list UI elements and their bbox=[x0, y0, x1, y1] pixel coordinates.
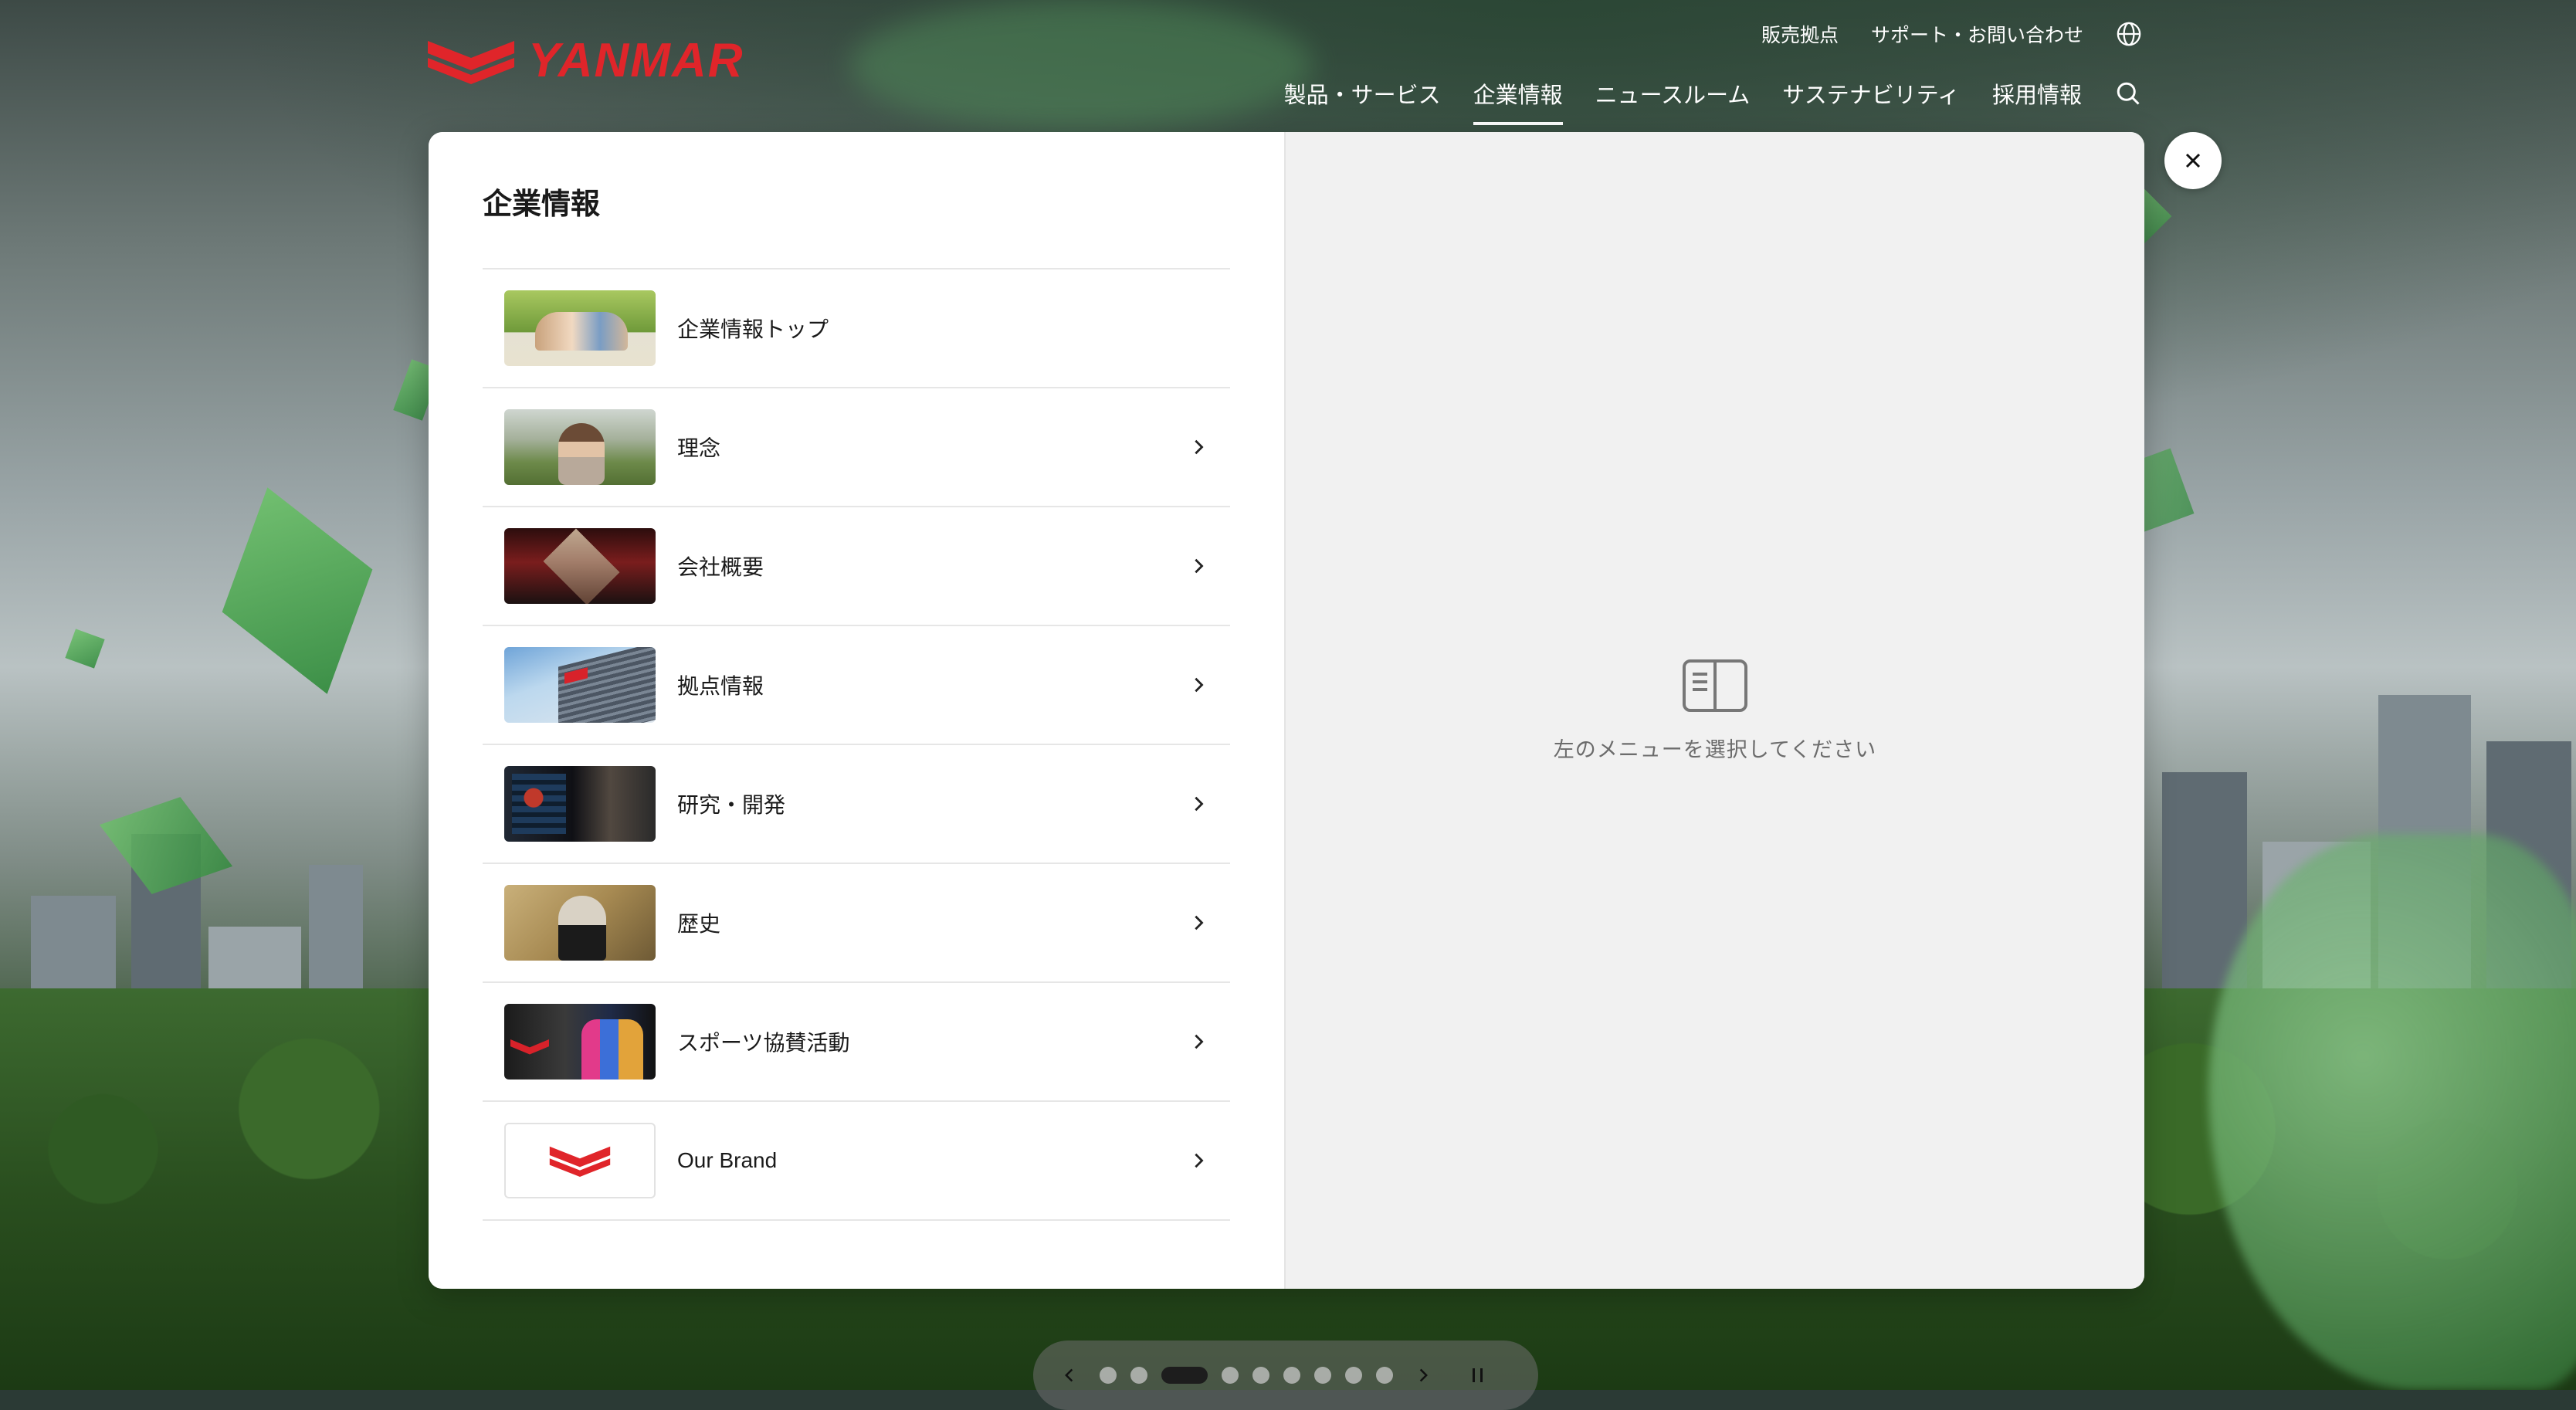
nav-newsroom[interactable]: ニュースルーム bbox=[1595, 71, 1751, 116]
carousel-dot[interactable] bbox=[1376, 1367, 1393, 1384]
carousel-dot-active[interactable] bbox=[1161, 1367, 1208, 1384]
carousel-pause-button[interactable] bbox=[1463, 1362, 1493, 1388]
brand-logo-thumbnail bbox=[504, 1123, 656, 1198]
nav-corporate-info[interactable]: 企業情報 bbox=[1473, 71, 1563, 125]
menu-item-locations[interactable]: 拠点情報 bbox=[483, 626, 1230, 745]
chevron-right-icon bbox=[1195, 1034, 1204, 1049]
menu-item-research-development[interactable]: 研究・開発 bbox=[483, 745, 1230, 864]
founder-portrait-thumbnail bbox=[504, 885, 656, 961]
menu-item-label: スポーツ協賛活動 bbox=[677, 1030, 850, 1056]
engine-lab-thumbnail bbox=[504, 766, 656, 842]
menu-item-corporate-top[interactable]: 企業情報トップ bbox=[483, 269, 1230, 388]
carousel-dot[interactable] bbox=[1252, 1367, 1269, 1384]
carousel-dots bbox=[1100, 1367, 1393, 1384]
menu-item-company-overview[interactable]: 会社概要 bbox=[483, 507, 1230, 626]
chevron-right-icon bbox=[1195, 1153, 1204, 1168]
menu-item-our-brand[interactable]: Our Brand bbox=[483, 1102, 1230, 1221]
nav-products-services[interactable]: 製品・サービス bbox=[1284, 71, 1441, 116]
corporate-info-menu-modal: 企業情報 企業情報トップ 理念 会社概要 拠点情報 研究・開発 歴史 スポーツ協… bbox=[429, 132, 2144, 1289]
sports-team-thumbnail bbox=[504, 1004, 656, 1080]
yanmar-mark-icon bbox=[549, 1146, 611, 1177]
menu-item-label: 会社概要 bbox=[677, 554, 764, 580]
close-icon bbox=[2185, 153, 2201, 168]
chevron-right-icon bbox=[1419, 1368, 1428, 1382]
utility-nav: 販売拠点 サポート・お問い合わせ bbox=[1761, 20, 2142, 48]
carousel-prev-button[interactable] bbox=[1056, 1362, 1083, 1388]
empty-state-message: 左のメニューを選択してください bbox=[1553, 737, 1877, 762]
building-with-logo-thumbnail bbox=[504, 647, 656, 723]
girl-on-field-thumbnail bbox=[504, 409, 656, 485]
detail-panel: 左のメニューを選択してください bbox=[1284, 132, 2144, 1289]
pause-icon bbox=[1473, 1368, 1483, 1382]
menu-item-label: 理念 bbox=[677, 436, 721, 461]
menu-item-label: Our Brand bbox=[677, 1148, 778, 1172]
logo-wordmark: YANMAR bbox=[528, 34, 744, 87]
carousel-next-button[interactable] bbox=[1410, 1362, 1436, 1388]
globe-icon[interactable] bbox=[2116, 21, 2142, 47]
menu-panel: 企業情報 企業情報トップ 理念 会社概要 拠点情報 研究・開発 歴史 スポーツ協… bbox=[429, 132, 1284, 1289]
menu-item-label: 拠点情報 bbox=[677, 673, 764, 699]
modal-title: 企業情報 bbox=[483, 187, 601, 221]
menu-item-sports-sponsorship[interactable]: スポーツ協賛活動 bbox=[483, 983, 1230, 1102]
nav-careers[interactable]: 採用情報 bbox=[1992, 71, 2082, 116]
menu-item-history[interactable]: 歴史 bbox=[483, 864, 1230, 983]
menu-item-label: 歴史 bbox=[677, 911, 721, 937]
nav-sales-locations[interactable]: 販売拠点 bbox=[1761, 20, 1839, 48]
carousel-dot[interactable] bbox=[1222, 1367, 1239, 1384]
chevron-right-icon bbox=[1195, 915, 1204, 930]
chevron-right-icon bbox=[1195, 677, 1204, 693]
menu-list: 企業情報トップ 理念 会社概要 拠点情報 研究・開発 歴史 スポーツ協賛活動 O… bbox=[483, 268, 1230, 1221]
chevron-left-icon bbox=[1065, 1368, 1073, 1382]
nav-support-contact[interactable]: サポート・お問い合わせ bbox=[1871, 20, 2083, 48]
carousel-dot[interactable] bbox=[1345, 1367, 1362, 1384]
carousel-dot[interactable] bbox=[1100, 1367, 1117, 1384]
red-architecture-thumbnail bbox=[504, 528, 656, 604]
book-open-icon bbox=[1683, 659, 1747, 712]
search-icon[interactable] bbox=[2114, 80, 2142, 107]
chevron-right-icon bbox=[1195, 439, 1204, 455]
yanmar-mark-icon bbox=[428, 41, 514, 84]
close-modal-button[interactable] bbox=[2164, 132, 2222, 189]
carousel-dot[interactable] bbox=[1130, 1367, 1147, 1384]
chevron-right-icon bbox=[1195, 558, 1204, 574]
main-nav: 製品・サービス 企業情報 ニュースルーム サステナビリティ 採用情報 bbox=[1284, 71, 2142, 125]
menu-item-label: 研究・開発 bbox=[677, 792, 786, 818]
site-header: YANMAR 販売拠点 サポート・お問い合わせ 製品・サービス 企業情報 ニュー… bbox=[0, 0, 2576, 131]
menu-item-philosophy[interactable]: 理念 bbox=[483, 388, 1230, 507]
chevron-right-icon bbox=[1195, 796, 1204, 812]
carousel-dot[interactable] bbox=[1314, 1367, 1331, 1384]
nav-sustainability[interactable]: サステナビリティ bbox=[1782, 71, 1960, 116]
carousel-pager bbox=[1033, 1341, 1538, 1410]
carousel-dot[interactable] bbox=[1283, 1367, 1300, 1384]
family-picnic-thumbnail bbox=[504, 290, 656, 366]
yanmar-logo[interactable]: YANMAR bbox=[428, 37, 744, 85]
menu-item-label: 企業情報トップ bbox=[677, 317, 829, 342]
